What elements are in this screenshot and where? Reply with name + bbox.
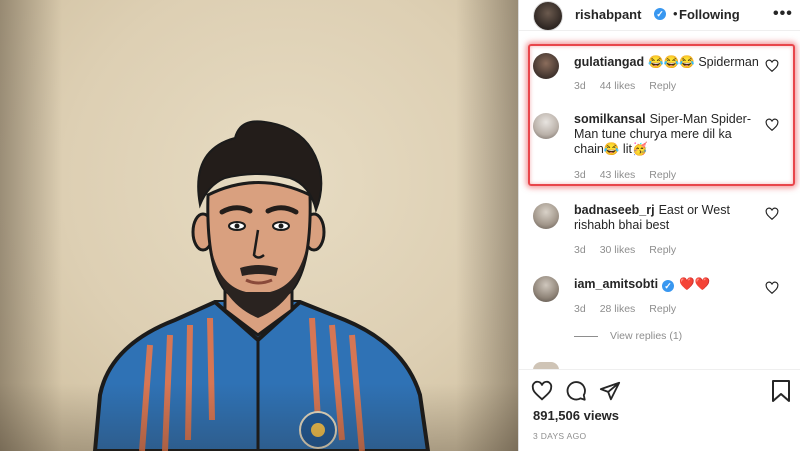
- post-header: rishabpant ✓ • Following •••: [519, 0, 800, 31]
- comment-likes[interactable]: 28 likes: [600, 303, 636, 315]
- comment-body: ❤️❤️: [679, 277, 711, 291]
- reply-button[interactable]: Reply: [649, 244, 676, 256]
- more-options-icon[interactable]: •••: [773, 5, 793, 23]
- view-replies-label: View replies (1): [610, 330, 683, 342]
- comment-icon[interactable]: [565, 380, 587, 402]
- comment-age: 3d: [574, 303, 586, 315]
- highlight-box: [528, 44, 795, 186]
- comment-text-block: iam_amitsobti ✓ ❤️❤️: [574, 277, 764, 292]
- comment-text-block: badnaseeb_rj East or West rishabh bhai be…: [574, 203, 764, 233]
- separator-dot: •: [673, 6, 678, 21]
- like-comment-heart-icon[interactable]: [765, 281, 779, 295]
- heart-icon[interactable]: [531, 380, 553, 402]
- reply-button[interactable]: Reply: [649, 303, 676, 315]
- post-username[interactable]: rishabpant: [575, 7, 641, 22]
- comment-age: 3d: [574, 244, 586, 256]
- post-date: 3 DAYS AGO: [533, 431, 587, 441]
- bookmark-icon[interactable]: [771, 379, 791, 403]
- verified-badge-icon: ✓: [654, 8, 666, 20]
- comment-likes[interactable]: 30 likes: [600, 244, 636, 256]
- comment-meta: 3d 30 likes Reply: [574, 244, 690, 256]
- comment-username[interactable]: badnaseeb_rj: [574, 203, 655, 217]
- post-image[interactable]: [0, 0, 518, 451]
- post-actions-bar: 891,506 views 3 DAYS AGO: [519, 369, 800, 452]
- cartoon-illustration: [92, 120, 431, 451]
- following-button[interactable]: Following: [679, 7, 740, 22]
- verified-badge-icon: ✓: [662, 280, 675, 292]
- commenter-avatar[interactable]: [533, 203, 559, 229]
- replies-line: [574, 335, 598, 337]
- view-count[interactable]: 891,506 views: [533, 408, 619, 423]
- view-replies-button[interactable]: View replies (1): [574, 330, 682, 342]
- profile-avatar[interactable]: [533, 1, 563, 31]
- commenter-avatar[interactable]: [533, 276, 559, 302]
- share-icon[interactable]: [599, 380, 621, 402]
- like-comment-heart-icon[interactable]: [765, 207, 779, 221]
- comment-meta: 3d 28 likes Reply: [574, 303, 690, 315]
- comment-username[interactable]: iam_amitsobti: [574, 277, 658, 291]
